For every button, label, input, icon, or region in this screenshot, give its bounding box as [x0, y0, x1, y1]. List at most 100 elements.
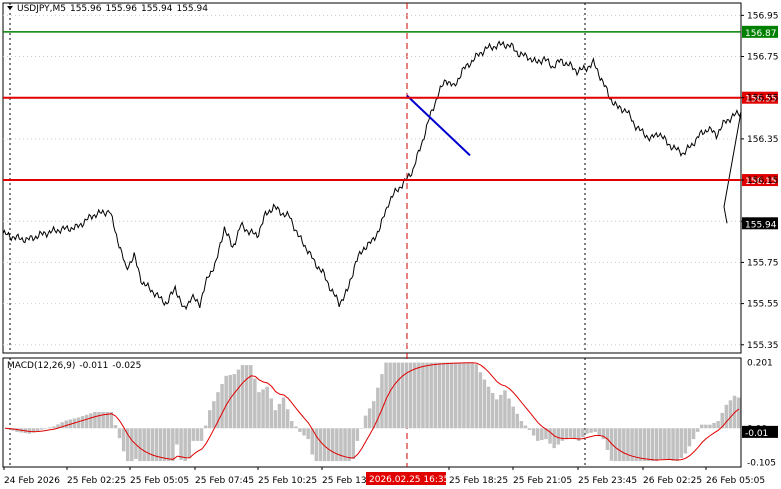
- macd-histogram-bar: [712, 422, 716, 429]
- macd-histogram-bar: [503, 390, 507, 429]
- macd-histogram-bar: [35, 428, 40, 431]
- macd-histogram-bar: [527, 428, 532, 431]
- price-axis-label: 155.75: [747, 258, 779, 268]
- macd-histogram-bar: [736, 397, 741, 429]
- macd-histogram-bar: [257, 392, 261, 429]
- price-axis-label: 156.35: [747, 135, 779, 145]
- macd-histogram-bar: [454, 362, 458, 429]
- macd-histogram-bar: [146, 428, 150, 462]
- macd-histogram-bar: [691, 428, 696, 440]
- macd-histogram-bar: [224, 375, 228, 429]
- macd-histogram-bar: [80, 416, 85, 429]
- trend-line[interactable]: [406, 94, 471, 157]
- macd-histogram-bar: [589, 428, 593, 433]
- macd-histogram-bar: [265, 386, 269, 429]
- time-axis-label: 24 Feb 2026: [4, 476, 60, 486]
- low-value: 155.94: [140, 4, 173, 14]
- macd-histogram-bar: [290, 421, 294, 429]
- time-axis-label: 26 Feb 05:05: [706, 476, 765, 486]
- macd-histogram-bar: [581, 428, 585, 438]
- macd-histogram-bar: [384, 362, 388, 429]
- macd-histogram-bar: [519, 421, 524, 429]
- macd-histogram-bar: [523, 425, 528, 429]
- macd-histogram-bar: [302, 428, 306, 436]
- macd-histogram-bar: [253, 378, 257, 429]
- time-axis-label: 25 Feb 18:25: [449, 476, 508, 486]
- macd-label: MACD(12,26,9): [7, 361, 76, 371]
- macd-histogram-bar: [564, 428, 569, 440]
- macd-histogram-bar: [158, 428, 163, 462]
- macd-histogram-bar: [654, 428, 659, 462]
- macd-histogram-bar: [261, 389, 265, 429]
- macd-histogram-bar: [44, 428, 48, 429]
- macd-histogram-bar: [117, 428, 122, 439]
- time-axis-label: 25 Feb 13:: [322, 476, 370, 486]
- macd-histogram-bar: [64, 420, 68, 429]
- macd-histogram-bar: [728, 400, 733, 429]
- macd-histogram-bar: [187, 428, 191, 459]
- close-value: 155.94: [176, 4, 208, 14]
- macd-histogram-bar: [642, 428, 647, 462]
- macd-histogram-bar: [171, 428, 175, 462]
- menu-triangle-icon[interactable]: [7, 5, 13, 10]
- macd-histogram-bar: [724, 404, 729, 429]
- macd-histogram-bar: [462, 362, 466, 429]
- macd-histogram-bar: [433, 362, 437, 429]
- macd-histogram-bar: [548, 428, 552, 444]
- macd-histogram-bar: [499, 394, 503, 429]
- price-axis-label: 156.95: [747, 11, 779, 21]
- macd-histogram-bar: [618, 428, 622, 462]
- time-axis-label: 25 Feb 21:05: [513, 476, 572, 486]
- time-highlight-label: 2026.02.25 16:35: [369, 475, 449, 485]
- macd-histogram-bar: [441, 362, 446, 429]
- macd-histogram-bar: [249, 365, 253, 429]
- time-axis-label: 25 Feb 10:25: [258, 476, 317, 486]
- macd-histogram-bar: [695, 428, 700, 432]
- macd-histogram-bar: [212, 401, 216, 429]
- macd-histogram-bar: [536, 428, 540, 441]
- macd-histogram-bar: [48, 427, 52, 429]
- macd-histogram-bar: [556, 428, 560, 445]
- macd-histogram-bar: [572, 428, 577, 440]
- macd-histogram-bar: [39, 428, 44, 430]
- macd-histogram-bar: [585, 428, 589, 434]
- macd-histogram-bar: [183, 428, 187, 462]
- macd-histogram-bar: [220, 384, 224, 429]
- macd-histogram-bar: [400, 362, 405, 429]
- macd-histogram-bar: [294, 426, 298, 429]
- macd-histogram-bar: [359, 428, 364, 429]
- macd-histogram-bar: [552, 428, 556, 449]
- macd-histogram-bar: [613, 428, 618, 462]
- macd-histogram-bar: [449, 362, 454, 429]
- chart-canvas[interactable]: 156.87156.55156.15156.95156.75156.55156.…: [0, 0, 781, 489]
- macd-histogram-bar: [281, 397, 286, 429]
- price-pane-title: USDJPY,M5 155.96 155.96 155.94 155.94: [7, 4, 208, 14]
- macd-histogram-bar: [408, 362, 413, 429]
- macd-histogram-bar: [429, 362, 433, 429]
- macd-histogram-bar: [593, 428, 597, 432]
- macd-histogram-bar: [470, 362, 474, 429]
- macd-histogram-bar: [236, 369, 241, 429]
- macd-histogram-bar: [179, 428, 183, 460]
- symbol-label: USDJPY,M5: [17, 4, 66, 14]
- macd-histogram-bar: [199, 428, 204, 441]
- macd-histogram-bar: [708, 424, 712, 429]
- macd-histogram-bar: [240, 365, 245, 429]
- macd-histogram-bar: [531, 428, 536, 436]
- macd-histogram-bar: [335, 428, 339, 462]
- macd-histogram-bar: [687, 428, 692, 447]
- price-axis-label: 155.35: [747, 341, 779, 351]
- macd-histogram-bar: [89, 413, 93, 429]
- macd-histogram-bar: [203, 425, 208, 429]
- level-price-label: 156.87: [745, 29, 777, 39]
- macd-histogram-bar: [97, 412, 101, 429]
- macd-histogram-bar: [650, 428, 655, 462]
- macd-histogram-bar: [716, 421, 720, 429]
- macd-histogram-bar: [507, 398, 511, 429]
- macd-histogram-bar: [458, 362, 462, 429]
- macd-histogram-bar: [355, 428, 360, 441]
- macd-histogram-bar: [675, 428, 679, 462]
- macd-histogram-bar: [208, 410, 212, 429]
- macd-histogram-bar: [622, 428, 626, 462]
- macd-histogram-bar: [388, 362, 392, 429]
